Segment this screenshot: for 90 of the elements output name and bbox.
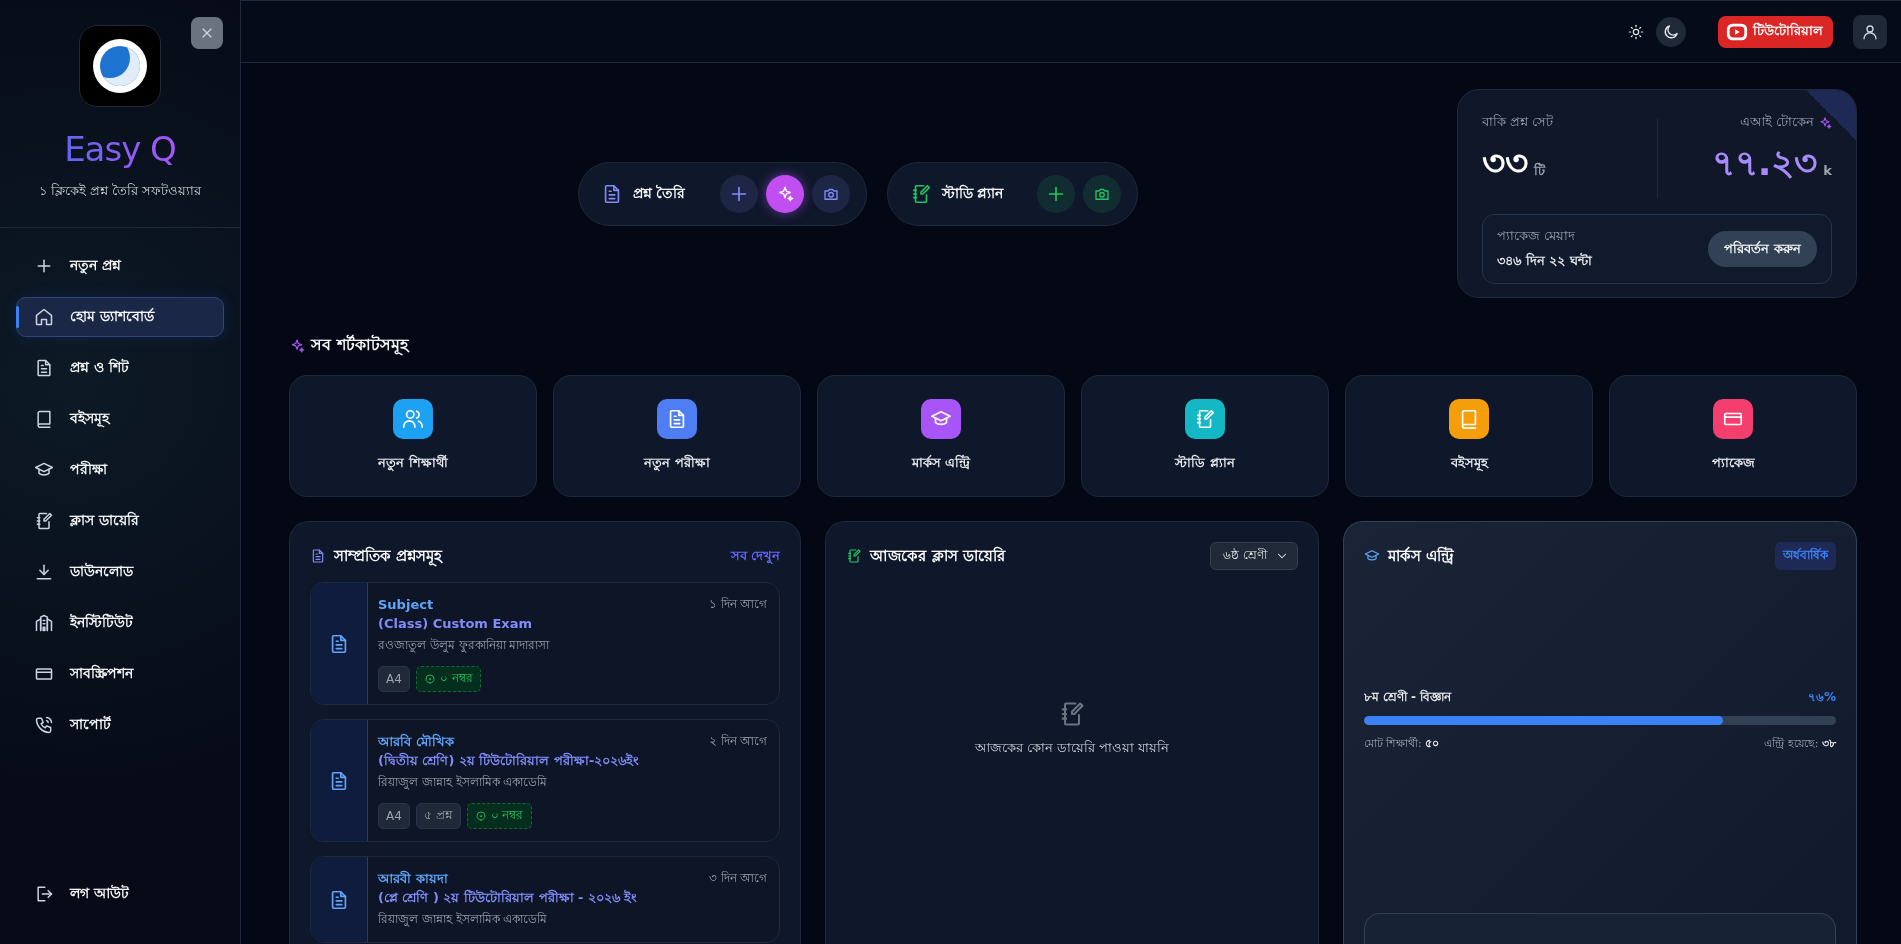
document-icon bbox=[34, 358, 54, 378]
app-tagline: ১ ক্লিকেই প্রশ্ন তৈরি সফটওয়্যার bbox=[38, 182, 202, 200]
sidebar-item[interactable]: সাবস্ক্রিপশন bbox=[16, 654, 224, 694]
term-badge: অর্ধবার্ষিক bbox=[1775, 542, 1836, 570]
sidebar-item[interactable]: নতুন প্রশ্ন bbox=[16, 246, 224, 286]
sidebar-item[interactable]: সাপোর্ট bbox=[16, 705, 224, 745]
time-ago: ১ দিন আগে bbox=[708, 596, 768, 613]
class-select[interactable]: ৬ষ্ঠ শ্রেণী bbox=[1209, 542, 1298, 570]
empty-message: আজকের কোন ডায়েরি পাওয়া যায়নি bbox=[974, 738, 1170, 757]
panel-title: সাম্প্রতিক প্রশ্নসমূহ bbox=[334, 545, 443, 569]
question-title: আরবি মৌখিক bbox=[378, 732, 456, 751]
shortcut-card[interactable]: নতুন পরীক্ষা bbox=[553, 375, 801, 497]
quick-action-label: স্টাডি প্ল্যান bbox=[941, 183, 1004, 203]
phone-icon bbox=[34, 715, 54, 735]
logout-button[interactable]: লগ আউট bbox=[16, 874, 224, 914]
sparkle-icon bbox=[289, 337, 305, 354]
progress-percent: ৭৬% bbox=[1807, 689, 1836, 706]
target-icon bbox=[423, 673, 436, 685]
notebook-pen-icon bbox=[34, 511, 54, 531]
tag: A4 bbox=[378, 803, 410, 829]
document-icon bbox=[310, 548, 326, 564]
app-logo-icon bbox=[79, 25, 161, 107]
add-button[interactable] bbox=[719, 174, 758, 213]
sidebar-item[interactable]: ডাউনলোড bbox=[16, 552, 224, 592]
question-subtitle: (Class) Custom Exam bbox=[378, 615, 532, 633]
sidebar-item[interactable]: বইসমূহ bbox=[16, 399, 224, 439]
see-all-link[interactable]: সব দেখুন bbox=[730, 545, 781, 567]
shortcut-card[interactable]: প্যাকেজ bbox=[1609, 375, 1857, 497]
ai-generate-button[interactable] bbox=[765, 174, 804, 213]
tag: ০ নম্বর bbox=[415, 666, 481, 692]
sidebar-item[interactable]: ক্লাস ডায়েরি bbox=[16, 501, 224, 541]
sidebar-item[interactable]: পরীক্ষা bbox=[16, 450, 224, 490]
question-subtitle: (প্লে শ্রেণি ) ২য় টিউটোরিয়াল পরীক্ষা - ২০২৬ ইং bbox=[378, 888, 638, 907]
close-sidebar-button[interactable] bbox=[191, 17, 223, 49]
book-icon bbox=[34, 409, 54, 429]
panel-title: মার্কস এন্ট্রি bbox=[1387, 545, 1454, 567]
change-package-button[interactable]: পরিবর্তন করুন bbox=[1708, 231, 1817, 267]
shortcut-card[interactable]: নতুন শিক্ষার্থী bbox=[289, 375, 537, 497]
moon-icon bbox=[1662, 22, 1680, 41]
sidebar-item[interactable]: প্রশ্ন ও শিট bbox=[16, 348, 224, 388]
sidebar-item[interactable]: ইনস্টিটিউট bbox=[16, 603, 224, 643]
time-ago: ৩ দিন আগে bbox=[708, 870, 768, 887]
stat-label: বাকি প্রশ্ন সেট bbox=[1482, 113, 1555, 131]
section-title: সব শর্টকাটসমূহ bbox=[311, 333, 408, 358]
logout-icon bbox=[34, 884, 54, 904]
download-icon bbox=[34, 562, 54, 582]
question-subtitle: (দ্বিতীয় শ্রেণি) ২য় টিউটোরিয়াল পরীক্ষা-২০২৬ইং bbox=[378, 751, 640, 770]
stat-unit: k bbox=[1823, 163, 1832, 178]
stat-value: ৩৩ bbox=[1482, 141, 1528, 185]
progress-label: ৮ম শ্রেণী - বিজ্ঞান bbox=[1363, 688, 1452, 706]
stat-value: ৭৭.২৩ bbox=[1711, 141, 1818, 185]
time-ago: ২ দিন আগে bbox=[708, 733, 768, 750]
sidebar-item[interactable]: হোম ড্যাশবোর্ড bbox=[16, 297, 224, 337]
shortcut-card[interactable]: বইসমূহ bbox=[1345, 375, 1593, 497]
camera-button[interactable] bbox=[1083, 174, 1122, 213]
tutorial-button[interactable]: টিউটোরিয়াল bbox=[1718, 15, 1833, 48]
question-card[interactable]: আরবী কায়দা (প্লে শ্রেণি ) ২য় টিউটোরিয়াল পরীক্ষা - ২০২৬ ইং ৩ দিন আগে রিয়াজুল জান্নাহ ইসলামিক একাডেমি bbox=[310, 856, 781, 943]
notebook-pen-icon bbox=[1194, 407, 1216, 430]
total-students: মোট শিক্ষার্থী: ৫০ bbox=[1363, 736, 1440, 752]
user-icon bbox=[1861, 22, 1879, 41]
add-button[interactable] bbox=[1037, 174, 1076, 213]
institute-name: রিয়াজুল জান্নাহ ইসলামিক একাডেমি bbox=[378, 911, 549, 929]
stat-unit: টি bbox=[1534, 161, 1545, 180]
notebook-pen-icon bbox=[846, 548, 863, 564]
home-icon bbox=[34, 307, 54, 327]
tag: ০ নম্বর bbox=[466, 803, 532, 829]
question-title: আরবী কায়দা bbox=[378, 869, 449, 888]
target-icon bbox=[474, 810, 487, 822]
stat-label: এআই টোকেন bbox=[1739, 113, 1814, 131]
institute-name: রিয়াজুল জান্নাহ ইসলামিক একাডেমি bbox=[378, 774, 549, 792]
panel-title: আজকের ক্লাস ডায়েরি bbox=[870, 545, 1005, 567]
dark-mode-button[interactable] bbox=[1656, 16, 1686, 47]
shortcut-card[interactable]: মার্কস এন্ট্রি bbox=[817, 375, 1065, 497]
package-duration: ৩৪৬ দিন ২২ ঘন্টা bbox=[1497, 251, 1592, 270]
question-card[interactable]: আরবি মৌখিক (দ্বিতীয় শ্রেণি) ২য় টিউটোরিয়াল পরীক্ষা-২০২৬ইং ২ দিন আগে রিয়াজুল জান্নাহ ইসলামিক একাডেমি A4 ৫ প্রশ্ন ০ নম্বর bbox=[310, 719, 781, 842]
tag: ৫ প্রশ্ন bbox=[415, 803, 461, 829]
quick-action-label: প্রশ্ন তৈরি bbox=[632, 183, 686, 203]
question-title: Subject bbox=[378, 596, 435, 614]
tag: A4 bbox=[378, 666, 410, 692]
entries-count: এন্ট্রি হয়েছে: ৩৮ bbox=[1764, 736, 1836, 752]
users-icon bbox=[402, 407, 424, 430]
sun-icon bbox=[1628, 23, 1644, 40]
question-card[interactable]: Subject (Class) Custom Exam ১ দিন আগে রওজাতুল উলুম ফুরকানিয়া মাদারাসা A4 ০ নম্বর bbox=[310, 582, 781, 705]
shortcut-card[interactable]: স্টাডি প্ল্যান bbox=[1081, 375, 1329, 497]
institute-name: রওজাতুল উলুম ফুরকানিয়া মাদারাসা bbox=[378, 637, 551, 655]
building-icon bbox=[34, 613, 54, 633]
camera-button[interactable] bbox=[811, 174, 850, 213]
package-label: প্যাকেজ মেয়াদ bbox=[1497, 227, 1577, 245]
sparkle-icon bbox=[1818, 115, 1832, 130]
profile-button[interactable] bbox=[1853, 14, 1887, 49]
